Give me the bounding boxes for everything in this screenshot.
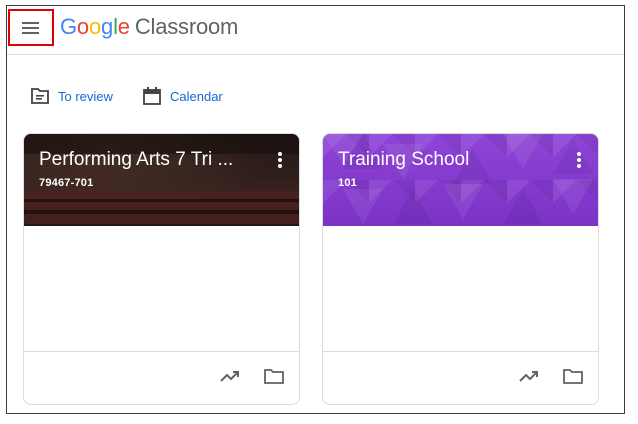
main-menu-button[interactable] bbox=[8, 9, 54, 46]
google-classroom-logo[interactable]: Google Classroom bbox=[60, 15, 238, 39]
folder-icon[interactable] bbox=[264, 368, 284, 384]
logo-letter: G bbox=[60, 14, 77, 39]
class-section: 101 bbox=[338, 177, 357, 189]
more-options-icon[interactable] bbox=[277, 151, 283, 169]
more-options-icon[interactable] bbox=[576, 151, 582, 169]
to-review-label: To review bbox=[58, 88, 113, 104]
calendar-label: Calendar bbox=[170, 88, 223, 104]
trending-up-icon[interactable] bbox=[519, 368, 539, 384]
class-section: 79467-701 bbox=[39, 177, 94, 189]
class-card-footer bbox=[24, 351, 299, 404]
to-review-icon bbox=[31, 88, 49, 104]
class-card-banner: Training School 101 bbox=[323, 134, 598, 226]
class-title-link[interactable]: Performing Arts 7 Tri ... bbox=[39, 148, 259, 172]
hamburger-menu-icon bbox=[22, 22, 39, 34]
classroom-window: Google Classroom To review Calendar Perf… bbox=[6, 5, 625, 414]
to-review-link[interactable]: To review bbox=[30, 84, 113, 108]
logo-letter: e bbox=[117, 14, 130, 39]
calendar-icon bbox=[143, 87, 161, 105]
product-name: Classroom bbox=[134, 14, 239, 39]
logo-letter: o bbox=[76, 14, 89, 39]
logo-letter: g bbox=[101, 14, 114, 39]
class-card-footer bbox=[323, 351, 598, 404]
class-card-banner: Performing Arts 7 Tri ... 79467-701 bbox=[24, 134, 299, 226]
app-header: Google Classroom bbox=[7, 6, 624, 55]
class-card[interactable]: Training School 101 bbox=[322, 133, 599, 405]
folder-icon[interactable] bbox=[563, 368, 583, 384]
logo-letter: o bbox=[88, 14, 102, 39]
trending-up-icon[interactable] bbox=[220, 368, 240, 384]
class-card[interactable]: Performing Arts 7 Tri ... 79467-701 bbox=[23, 133, 300, 405]
calendar-link[interactable]: Calendar bbox=[142, 84, 223, 108]
class-title-link[interactable]: Training School bbox=[338, 148, 558, 172]
